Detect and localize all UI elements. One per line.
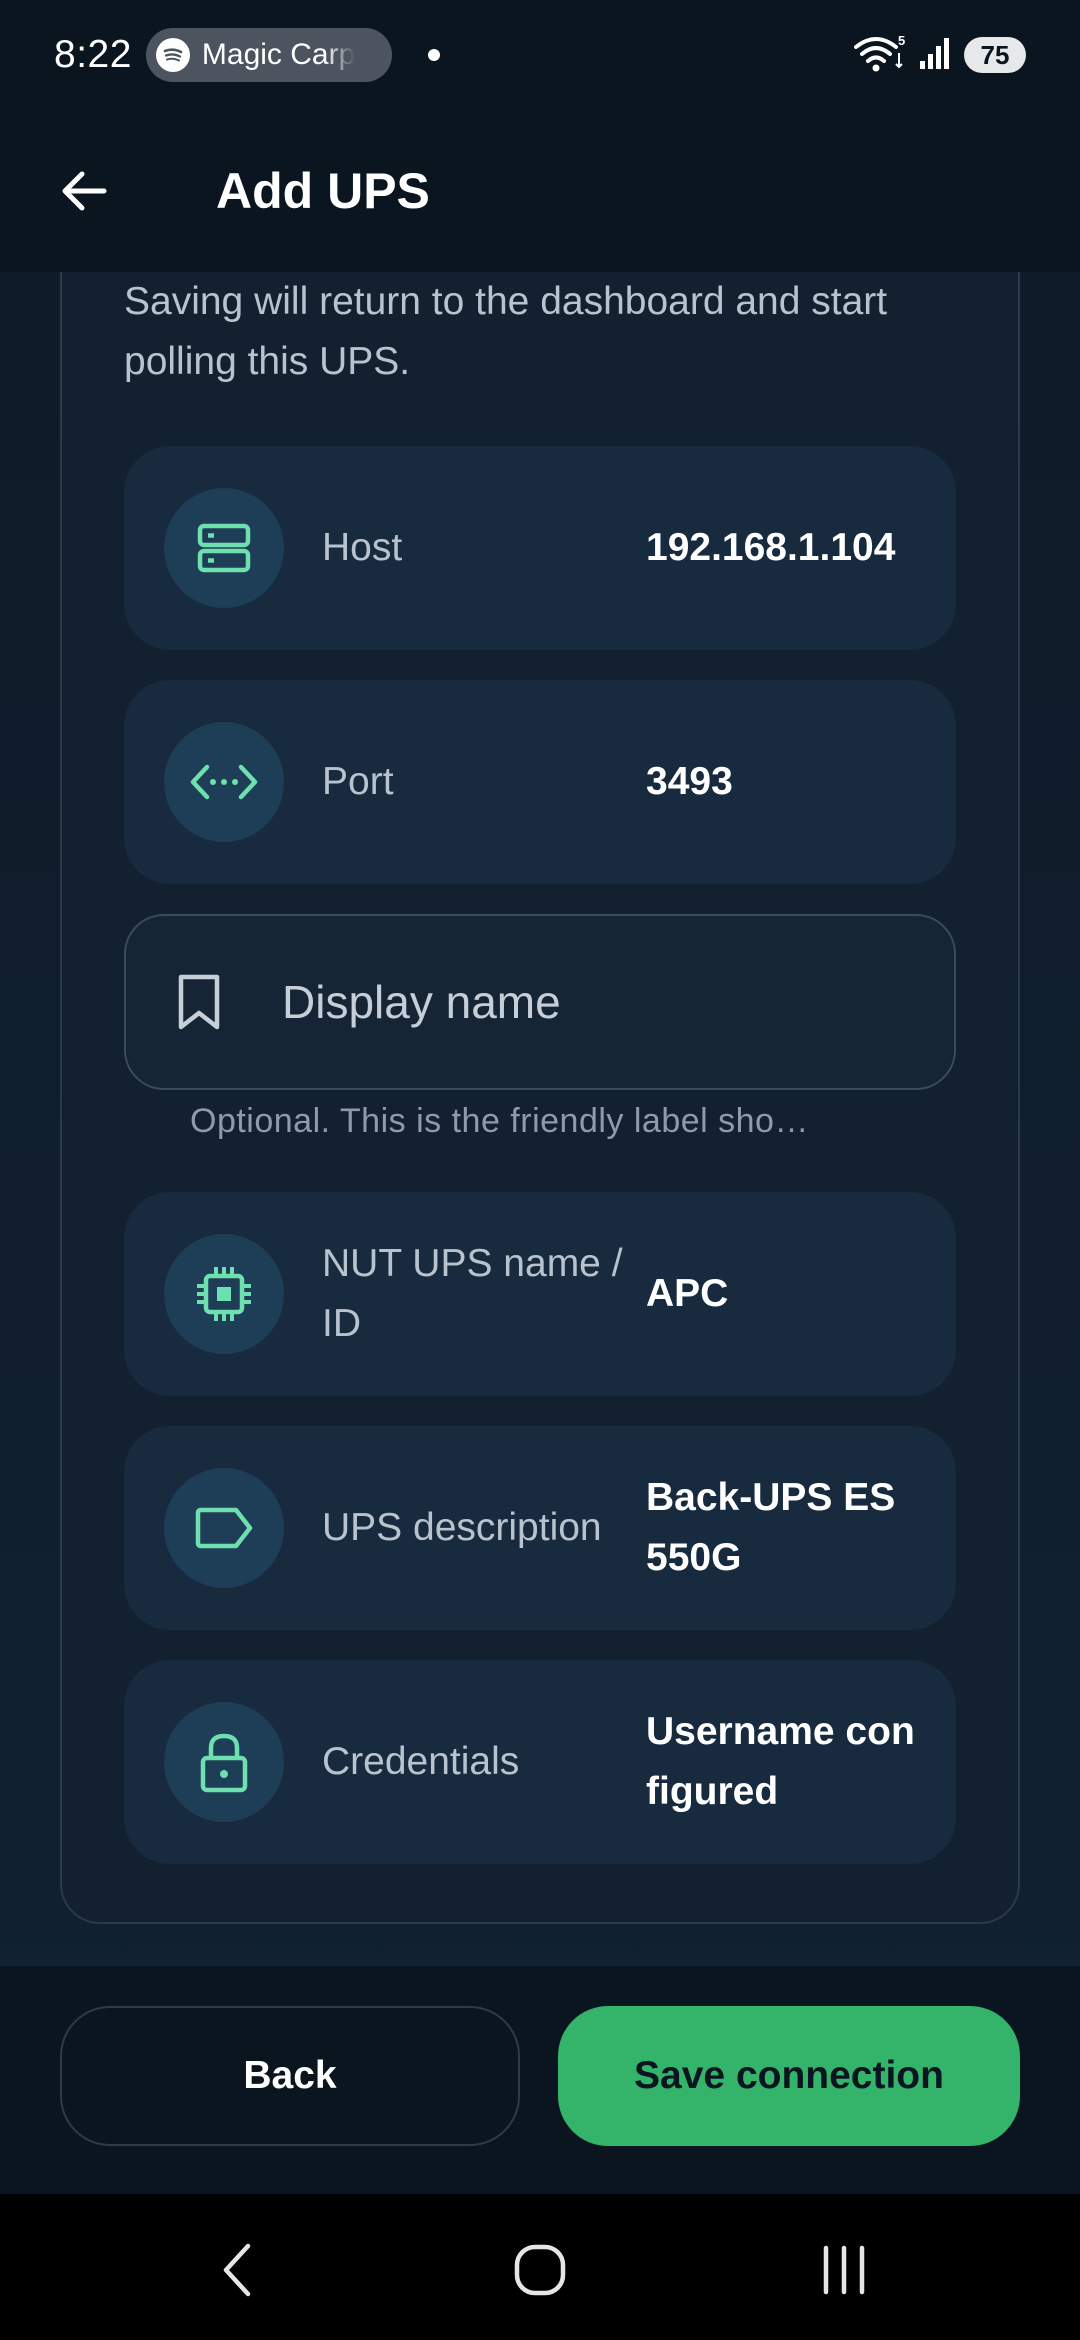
nav-recents-icon[interactable] <box>804 2230 884 2310</box>
credentials-label: Credentials <box>322 1740 520 1783</box>
notification-dot <box>427 49 440 61</box>
ups-description-value: Back-UPS ES 550G <box>646 1476 896 1579</box>
page-title: Add UPS <box>216 163 430 219</box>
port-value: 3493 <box>646 760 733 803</box>
nut-ups-name-row: NUT UPS name / ID APC <box>124 1192 956 1396</box>
nav-back-icon[interactable] <box>198 2230 278 2310</box>
code-arrows-icon <box>164 722 284 842</box>
network-badge: 5 <box>898 33 905 48</box>
save-connection-button[interactable]: Save connection <box>558 2006 1020 2146</box>
bookmark-icon <box>172 972 226 1032</box>
system-nav-bar <box>0 2194 1080 2340</box>
signal-icon <box>918 35 954 76</box>
display-name-helper: Optional. This is the friendly label sho… <box>190 1102 809 1140</box>
credentials-value: Username configured <box>646 1710 915 1813</box>
status-icons: 5 75 <box>852 33 1026 78</box>
display-name-placeholder: Display name <box>282 976 561 1028</box>
content-scroll-area[interactable]: Saving will return to the dashboard and … <box>0 272 1080 1966</box>
nut-ups-name-label: NUT UPS name / ID <box>322 1242 623 1345</box>
back-button[interactable]: Back <box>60 2006 520 2146</box>
app-bar: Add UPS <box>0 110 1080 272</box>
nut-ups-name-value: APC <box>646 1272 729 1315</box>
media-notification-pill[interactable]: Magic Carp <box>145 28 392 82</box>
status-time: 8:22 <box>54 33 132 76</box>
server-icon <box>164 488 284 608</box>
host-value: 192.168.1.104 <box>646 526 896 569</box>
nav-home-icon[interactable] <box>500 2230 580 2310</box>
host-row: Host 192.168.1.104 <box>124 446 956 650</box>
port-label: Port <box>322 760 394 803</box>
screen: 8:22 Magic Carp 5 75 Add UPS Saving will… <box>0 0 1080 2340</box>
credentials-row: Credentials Username configured <box>124 1660 956 1864</box>
port-row: Port 3493 <box>124 680 956 884</box>
intro-text: Saving will return to the dashboard and … <box>124 280 888 383</box>
media-app-name: Magic Carp <box>201 38 356 71</box>
status-bar: 8:22 Magic Carp 5 75 <box>0 0 1080 110</box>
ups-description-row: UPS description Back-UPS ES 550G <box>124 1426 956 1630</box>
ups-description-label: UPS description <box>322 1506 602 1549</box>
back-arrow-icon[interactable] <box>52 159 116 223</box>
tag-icon <box>164 1468 284 1588</box>
bottom-action-bar: Back Save connection <box>0 1966 1080 2194</box>
host-label: Host <box>322 526 403 569</box>
lock-icon <box>164 1702 284 1822</box>
display-name-input[interactable]: Display name <box>124 914 956 1090</box>
spotify-icon <box>155 38 190 72</box>
wifi-icon: 5 <box>852 33 908 78</box>
battery-indicator: 75 <box>964 37 1026 73</box>
chip-icon <box>164 1234 284 1354</box>
